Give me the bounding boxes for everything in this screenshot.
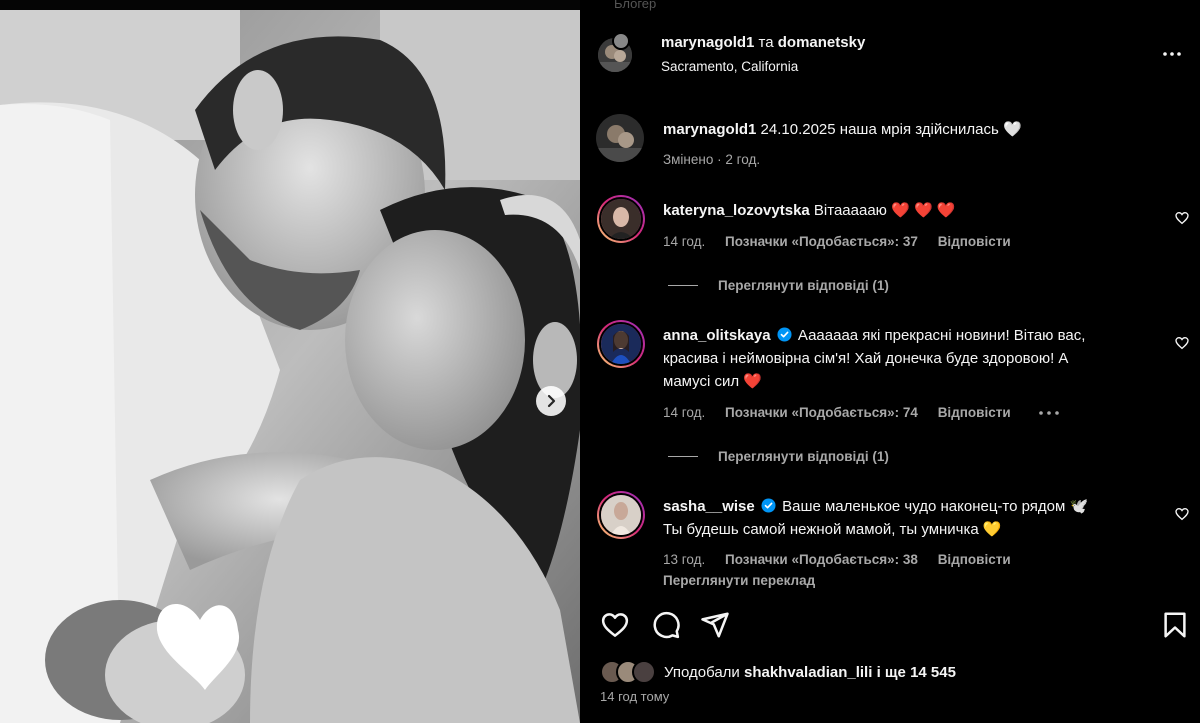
caption-avatar[interactable] [596,114,644,162]
liker-avatar[interactable] [632,660,656,684]
likes-summary: Уподобали shakhvaladian_lili і ще 14 545 [600,660,956,684]
caption-username[interactable]: marynagold1 [663,121,756,138]
avatar-image [596,114,644,162]
comment-icon[interactable] [651,610,681,640]
comment-text-block: kateryna_lozovytska Вітаааааю ❤️ ❤️ ❤️ [663,199,1163,222]
view-replies-button[interactable]: Переглянути відповіді (1) [668,449,889,464]
comment-text-block: anna_olitskaya Ааааааа які прекрасні нов… [663,324,1163,393]
view-replies-label: Переглянути відповіді (1) [718,449,889,464]
bookmark-icon[interactable] [1160,610,1190,640]
view-replies-button[interactable]: Переглянути відповіді (1) [668,278,889,293]
like-comment-heart-icon[interactable] [1174,335,1190,351]
comment-item: sasha__wise Ваше маленькое чудо наконец-… [580,491,1200,591]
chevron-right-icon [547,394,556,408]
caption-text: 24.10.2025 наша мрія здійснилась [760,121,999,138]
comment-meta: 13 год. Позначки «Подобається»: 38 Відпо… [663,552,1027,567]
avatar-image [601,199,641,239]
comment-text-block: sasha__wise Ваше маленькое чудо наконец-… [663,495,1163,541]
reply-button[interactable]: Відповісти [938,552,1011,567]
verified-badge-icon [761,498,776,513]
avatar-image [601,495,641,535]
view-replies-label: Переглянути відповіді (1) [718,278,889,293]
post-header: marynagold1 та domanetsky Sacramento, Ca… [580,24,1200,94]
caption-meta: Змінено · 2 год. [663,152,761,167]
red-heart-emoji: ❤️ [743,373,762,390]
comment-username[interactable]: kateryna_lozovytska [663,202,810,219]
authors-conjunction: та [758,34,774,51]
replies-divider-line [668,285,698,286]
white-heart-emoji: 🤍 [1003,121,1022,138]
likes-count[interactable]: і ще 14 545 [877,664,956,681]
likes-username[interactable]: shakhvaladian_lili [744,664,872,681]
caption-text-block: marynagold1 24.10.2025 наша мрія здійсни… [663,118,1163,141]
comment-item: kateryna_lozovytska Вітаааааю ❤️ ❤️ ❤️ 1… [580,195,1200,305]
post-caption: marynagold1 24.10.2025 наша мрія здійсни… [580,114,1200,174]
post-time-ago: 14 год тому [600,689,670,704]
view-translation-button[interactable]: Переглянути переклад [663,573,815,588]
like-comment-heart-icon[interactable] [1174,506,1190,522]
comment-likes[interactable]: Позначки «Подобається»: 74 [725,405,918,420]
reply-button[interactable]: Відповісти [938,234,1011,249]
post-photo [0,10,580,723]
verified-badge-icon [777,327,792,342]
post-authors: marynagold1 та domanetsky [661,34,865,51]
comment-time: 13 год. [663,552,706,567]
background-hint-text: Блогер [614,0,657,11]
replies-divider-line [668,456,698,457]
more-horizontal-icon[interactable] [1160,42,1184,66]
dove-emoji: 🕊️ [1069,498,1089,515]
comment-options-icon[interactable] [1038,409,1060,417]
liker-avatars [600,660,664,684]
coauthor-link[interactable]: domanetsky [778,34,866,51]
reply-button[interactable]: Відповісти [938,405,1011,420]
comment-text: Вітаааааю [813,202,887,219]
comment-text-line2: Ты будешь самой нежной мамой, ты умничка [663,521,979,538]
comment-meta: 14 год. Позначки «Подобається»: 37 Відпо… [663,234,1027,249]
post-location[interactable]: Sacramento, California [661,59,798,74]
likes-prefix: Уподобали [664,663,740,681]
comment-time: 14 год. [663,234,706,249]
like-comment-heart-icon[interactable] [1174,210,1190,226]
comment-meta: 14 год. Позначки «Подобається»: 74 Відпо… [663,405,1060,420]
comment-likes[interactable]: Позначки «Подобається»: 38 [725,552,918,567]
post-photo-pane [0,0,580,723]
comment-time: 14 год. [663,405,706,420]
comment-username[interactable]: anna_olitskaya [663,327,771,344]
post-action-bar [580,600,1200,650]
red-hearts-emoji: ❤️ ❤️ ❤️ [891,202,956,219]
commenter-avatar[interactable] [597,195,645,243]
share-icon[interactable] [700,610,730,640]
post-details-panel: Блогер marynagold1 та domanetsky Sacrame… [580,0,1200,723]
comment-text-line1: Ваше маленькое чудо наконец-то рядом [782,498,1066,515]
yellow-heart-emoji: 💛 [982,521,1002,538]
likes-text[interactable]: Уподобали shakhvaladian_lili і ще 14 545 [664,664,956,681]
commenter-avatar[interactable] [597,320,645,368]
comment-username[interactable]: sasha__wise [663,498,755,515]
commenter-avatar[interactable] [597,491,645,539]
coauthor-avatar[interactable] [612,32,630,50]
comment-text-line2: красива і неймовірна сім'я! Хай донечка … [663,350,1069,367]
comment-item: anna_olitskaya Ааааааа які прекрасні нов… [580,320,1200,470]
comment-text-line1: Ааааааа які прекрасні новини! Вітаю вас, [797,327,1086,344]
author-link[interactable]: marynagold1 [661,34,754,51]
next-photo-button[interactable] [536,386,566,416]
avatar-image [601,324,641,364]
comment-likes[interactable]: Позначки «Подобається»: 37 [725,234,918,249]
photo-top-strip [0,0,580,10]
heart-icon[interactable] [600,610,630,640]
comment-text-line3: мамусі сил [663,373,740,390]
